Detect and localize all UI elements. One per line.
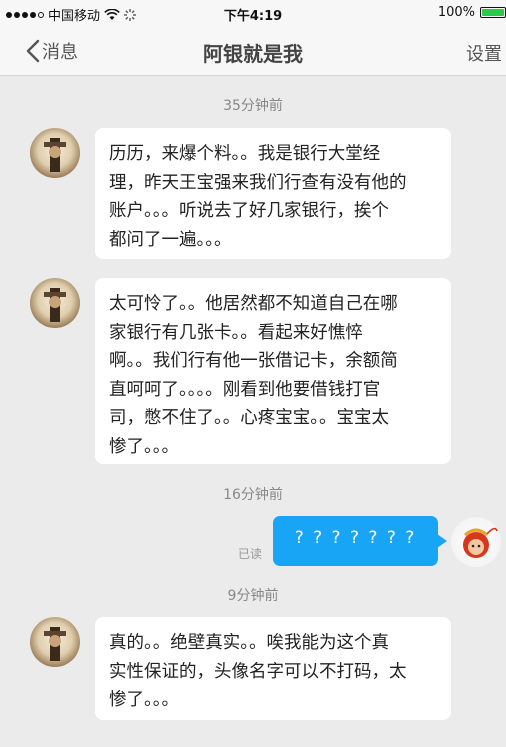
read-receipt: 已读 [238,547,263,561]
message-bubble-incoming: 太可怜了。。他居然都不知道自己在哪 家银行有几张卡。。看起来好憔悴 啊。。我们行… [95,278,451,464]
message-bubble-incoming: 真的。。绝壁真实。。唉我能为这个真 实性保证的，头像名字可以不打码，太 惨了。。… [95,617,451,720]
avatar-image [44,627,66,661]
battery-icon [480,7,506,18]
contact-avatar[interactable] [30,278,80,328]
status-right: 100% [438,5,506,20]
nav-bar: 消息 阿银就是我 设置 [0,26,506,76]
page-title: 阿银就是我 [203,42,303,66]
contact-avatar[interactable] [30,617,80,667]
settings-button[interactable]: 设置 [466,40,502,66]
contact-avatar[interactable] [30,128,80,178]
message-bubble-outgoing: ? ? ? ? ? ? ? [273,516,438,566]
message-bubble-incoming: 历历，来爆个料。。我是银行大堂经 理，昨天王宝强来我们行查有没有他的 账户。。。… [95,128,451,259]
battery-percent: 100% [437,5,475,20]
battery-level [482,9,504,16]
my-avatar[interactable] [451,517,501,567]
timestamp: 35分钟前 [223,98,283,114]
status-time: 下午4:19 [223,9,283,24]
timestamp: 16分钟前 [223,487,283,503]
status-bar: 中国移动 下午4:19 100% [0,0,506,26]
timestamp: 9分钟前 [227,588,279,604]
avatar-image [44,288,66,322]
monkey-avatar-image [463,527,498,558]
bubble-tail [437,534,447,548]
avatar-image [44,138,66,172]
